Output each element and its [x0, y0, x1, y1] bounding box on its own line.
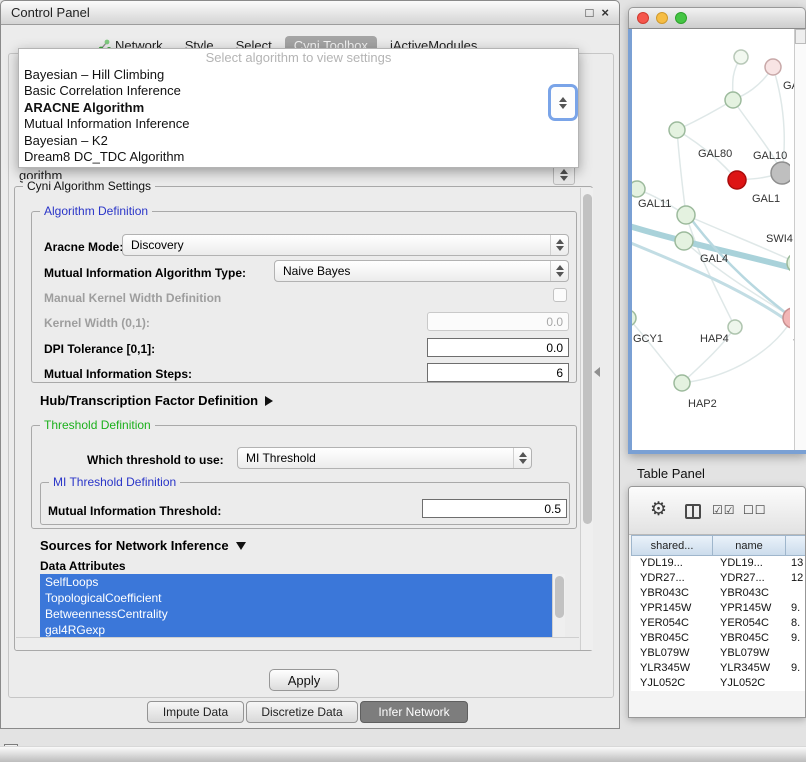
mi-steps-label: Mutual Information Steps:: [44, 367, 192, 381]
dropdown-placeholder: Select algorithm to view settings: [19, 50, 578, 67]
table-panel-window: ⚙ ☑☑ ☐☐ shared... name YDL19... YDL19...…: [628, 486, 806, 718]
settings-horizontal-scrollbar[interactable]: [16, 637, 579, 650]
settings-vertical-scrollbar[interactable]: [580, 188, 593, 650]
status-bar: [0, 746, 806, 762]
manual-kernel-width-label: Manual Kernel Width Definition: [44, 291, 221, 305]
node-label[interactable]: GAL1: [752, 193, 780, 205]
mi-algorithm-type-value: Naive Bayes: [283, 264, 350, 278]
tab-impute-data[interactable]: Impute Data: [147, 701, 244, 723]
node-label[interactable]: GCY1: [633, 333, 663, 345]
aracne-mode-select[interactable]: Discovery: [122, 234, 569, 256]
cyni-algorithm-settings-group: Cyni Algorithm Settings Algorithm Defini…: [14, 186, 593, 651]
table-row[interactable]: YPR145W YPR145W 9.: [631, 601, 806, 616]
mi-threshold-field[interactable]: [422, 499, 567, 518]
hub-definition-section[interactable]: Hub/Transcription Factor Definition: [40, 393, 273, 408]
list-item[interactable]: SelfLoops: [40, 574, 552, 590]
table-row[interactable]: YBR045C YBR045C 9.: [631, 631, 806, 646]
dropdown-item-selected[interactable]: ARACNE Algorithm: [19, 100, 578, 117]
group-title: Algorithm Definition: [40, 204, 152, 218]
tab-discretize-data[interactable]: Discretize Data: [246, 701, 358, 723]
column-header[interactable]: [785, 535, 806, 556]
which-threshold-label: Which threshold to use:: [87, 453, 224, 467]
which-threshold-value: MI Threshold: [246, 451, 316, 465]
aracne-mode-label: Aracne Mode:: [44, 240, 123, 254]
caret-down-icon: [236, 542, 246, 550]
table-row[interactable]: YBR043C YBR043C: [631, 586, 806, 601]
table-row[interactable]: YDR27... YDR27... 12: [631, 571, 806, 586]
which-threshold-select[interactable]: MI Threshold: [237, 447, 532, 469]
node-label[interactable]: GAL11: [638, 198, 671, 210]
select-all-checkboxes-icon[interactable]: ☑☑: [712, 503, 736, 517]
group-title: Threshold Definition: [40, 418, 155, 432]
table-row[interactable]: YBL079W YBL079W: [631, 646, 806, 661]
stepper-icon: [513, 448, 531, 468]
table-row[interactable]: YER054C YER054C 8.: [631, 616, 806, 631]
sources-section[interactable]: Sources for Network Inference: [40, 538, 246, 553]
table-header-row: shared... name: [631, 535, 806, 556]
group-title: Cyni Algorithm Settings: [23, 179, 155, 193]
table-row[interactable]: YLR345W YLR345W 9.: [631, 661, 806, 676]
node-label[interactable]: GAL10: [753, 150, 787, 162]
network-canvas[interactable]: GAL8 GAL80 GAL10 GAL11 GAL1 SWI4 GAL4 GC…: [628, 29, 806, 454]
control-panel-titlebar[interactable]: Control Panel □ ×: [1, 1, 619, 25]
mi-algorithm-type-select[interactable]: Naive Bayes: [274, 260, 569, 282]
table-toolbar: ⚙ ☑☑ ☐☐: [629, 487, 805, 535]
dropdown-item[interactable]: Mutual Information Inference: [19, 116, 578, 133]
gear-icon[interactable]: ⚙: [650, 498, 667, 521]
manual-kernel-width-checkbox: [553, 288, 567, 302]
dpi-tolerance-label: DPI Tolerance [0,1]:: [44, 342, 155, 356]
kernel-width-label: Kernel Width (0,1):: [44, 316, 150, 330]
stepper-icon: [550, 235, 568, 255]
sources-label: Sources for Network Inference: [40, 538, 229, 553]
zoom-traffic-light-icon[interactable]: [675, 12, 687, 24]
dpi-tolerance-field[interactable]: [427, 338, 569, 357]
table-row[interactable]: YJL052C YJL052C: [631, 676, 806, 691]
close-window-icon[interactable]: ×: [601, 5, 609, 20]
kernel-width-field: [427, 312, 569, 331]
column-header[interactable]: name: [712, 535, 786, 556]
list-item[interactable]: TopologicalCoefficient: [40, 590, 552, 606]
node-label[interactable]: GAL80: [698, 148, 732, 160]
close-traffic-light-icon[interactable]: [637, 12, 649, 24]
node-label[interactable]: GAL4: [700, 253, 728, 265]
network-vertical-scrollbar[interactable]: [794, 29, 806, 450]
caret-right-icon: [265, 396, 273, 406]
data-attributes-label: Data Attributes: [40, 559, 126, 573]
group-title: MI Threshold Definition: [49, 475, 180, 489]
table-panel-title: Table Panel: [637, 466, 705, 481]
node-label[interactable]: HAP4: [700, 333, 729, 345]
dropdown-item[interactable]: Bayesian – Hill Climbing: [19, 67, 578, 84]
list-item[interactable]: gal4RGexp: [40, 622, 552, 638]
tab-infer-network[interactable]: Infer Network: [360, 701, 468, 723]
algorithm-dropdown-popup: Select algorithm to view settings Bayesi…: [18, 48, 579, 168]
node-label[interactable]: SWI4: [766, 233, 793, 245]
column-header[interactable]: shared...: [631, 535, 713, 556]
dropdown-item[interactable]: Dream8 DC_TDC Algorithm: [19, 149, 578, 166]
network-window-titlebar[interactable]: [628, 7, 806, 29]
aracne-mode-value: Discovery: [131, 238, 184, 252]
attributes-list-scrollbar[interactable]: [552, 574, 565, 640]
focused-combo-stepper[interactable]: [551, 87, 575, 118]
mi-steps-field[interactable]: [427, 363, 569, 382]
node-label[interactable]: HAP2: [688, 398, 717, 410]
columns-icon[interactable]: [685, 504, 701, 519]
mi-algorithm-type-label: Mutual Information Algorithm Type:: [44, 266, 246, 280]
hub-definition-label: Hub/Transcription Factor Definition: [40, 393, 258, 408]
mi-threshold-label: Mutual Information Threshold:: [48, 504, 221, 518]
table-row[interactable]: YDL19... YDL19... 13: [631, 556, 806, 571]
dropdown-item[interactable]: Bayesian – K2: [19, 133, 578, 150]
deselect-all-checkboxes-icon[interactable]: ☐☐: [743, 503, 767, 517]
apply-button[interactable]: Apply: [269, 669, 339, 691]
list-item[interactable]: BetweennessCentrality: [40, 606, 552, 622]
network-view-window: GAL8 GAL80 GAL10 GAL11 GAL1 SWI4 GAL4 GC…: [628, 7, 806, 454]
dropdown-item[interactable]: Basic Correlation Inference: [19, 83, 578, 100]
minimize-traffic-light-icon[interactable]: [656, 12, 668, 24]
split-pane-collapse-icon[interactable]: [594, 367, 600, 377]
table-body: YDL19... YDL19... 13 YDR27... YDR27... 1…: [631, 556, 806, 691]
float-window-icon[interactable]: □: [586, 5, 594, 20]
data-attributes-list: SelfLoops TopologicalCoefficient Between…: [40, 574, 552, 640]
stepper-icon: [550, 261, 568, 281]
window-title: Control Panel: [11, 5, 90, 20]
